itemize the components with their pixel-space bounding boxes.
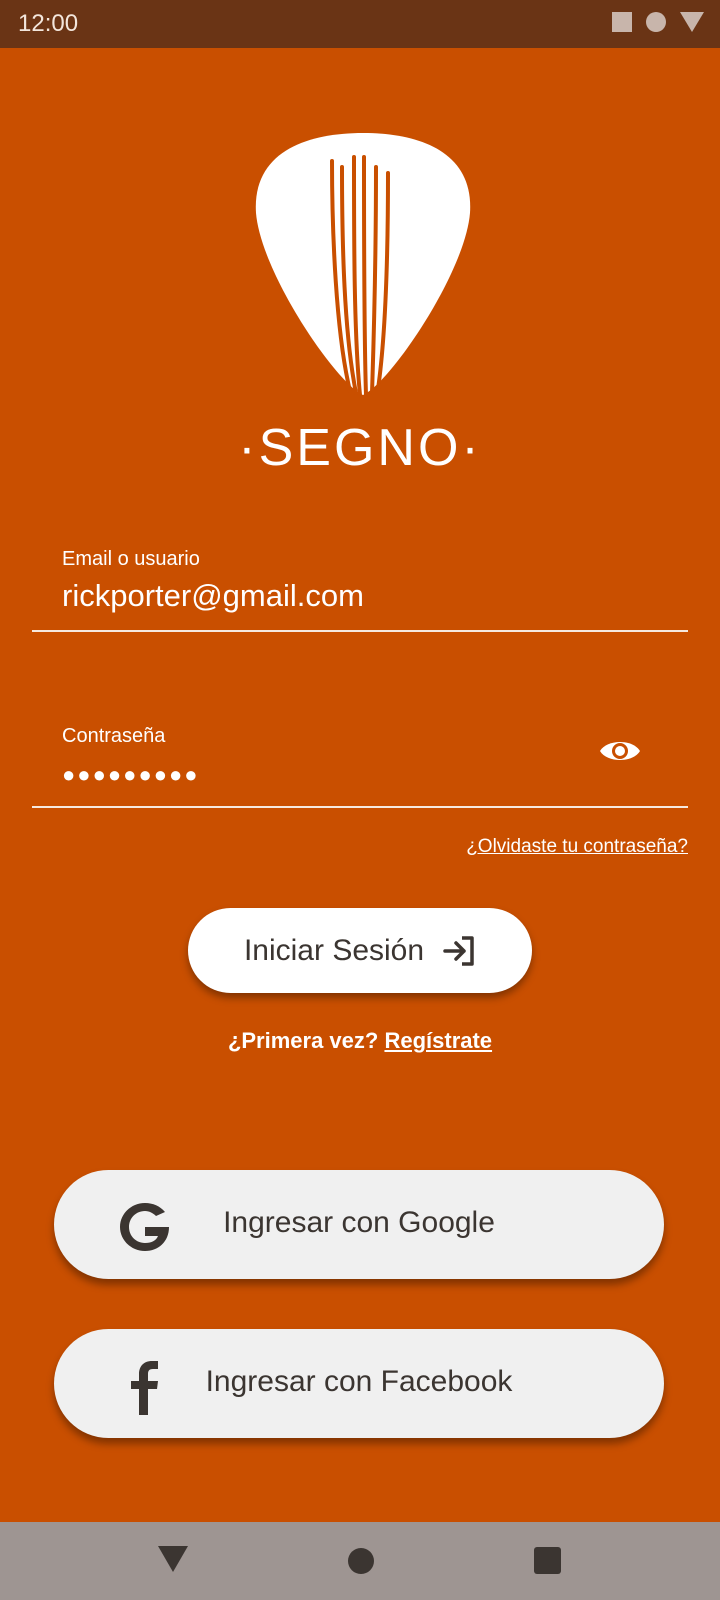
brand-name: ·SEGNO· — [238, 419, 482, 477]
status-time: 12:00 — [18, 10, 79, 37]
first-time-row: ¿Primera vez? Regístrate — [0, 1028, 720, 1054]
email-input[interactable]: rickporter@gmail.com — [62, 578, 364, 614]
navigation-bar — [0, 1522, 720, 1600]
facebook-login-button[interactable]: Ingresar con Facebook — [54, 1329, 664, 1438]
signal-icon — [680, 12, 704, 32]
facebook-login-label: Ingresar con Facebook — [205, 1365, 513, 1398]
status-bar: 12:00 — [0, 0, 720, 48]
record-icon — [646, 12, 666, 32]
guitar-pick-logo-icon — [255, 133, 471, 397]
home-icon[interactable] — [348, 1548, 374, 1574]
google-login-label: Ingresar con Google — [223, 1206, 495, 1239]
login-button-label: Iniciar Sesión — [243, 933, 425, 967]
email-label: Email o usuario — [62, 548, 200, 570]
password-label: Contraseña — [62, 725, 166, 747]
recent-apps-icon[interactable] — [534, 1547, 561, 1574]
email-field[interactable]: Email o usuario rickporter@gmail.com — [32, 538, 688, 632]
login-arrow-icon — [443, 935, 474, 966]
back-icon[interactable] — [158, 1546, 188, 1572]
first-time-prompt: ¿Primera vez? — [227, 1028, 385, 1053]
status-icons — [612, 12, 704, 32]
register-link[interactable]: Regístrate — [384, 1028, 492, 1053]
google-login-button[interactable]: Ingresar con Google — [54, 1170, 664, 1279]
login-button[interactable]: Iniciar Sesión — [188, 908, 532, 993]
stop-icon — [612, 12, 632, 32]
password-field[interactable]: Contraseña ●●●●●●●●● — [32, 712, 688, 808]
forgot-password-link[interactable]: ¿Olvidaste tu contraseña? — [466, 836, 688, 858]
eye-icon[interactable] — [598, 736, 642, 766]
password-input[interactable]: ●●●●●●●●● — [62, 762, 200, 788]
